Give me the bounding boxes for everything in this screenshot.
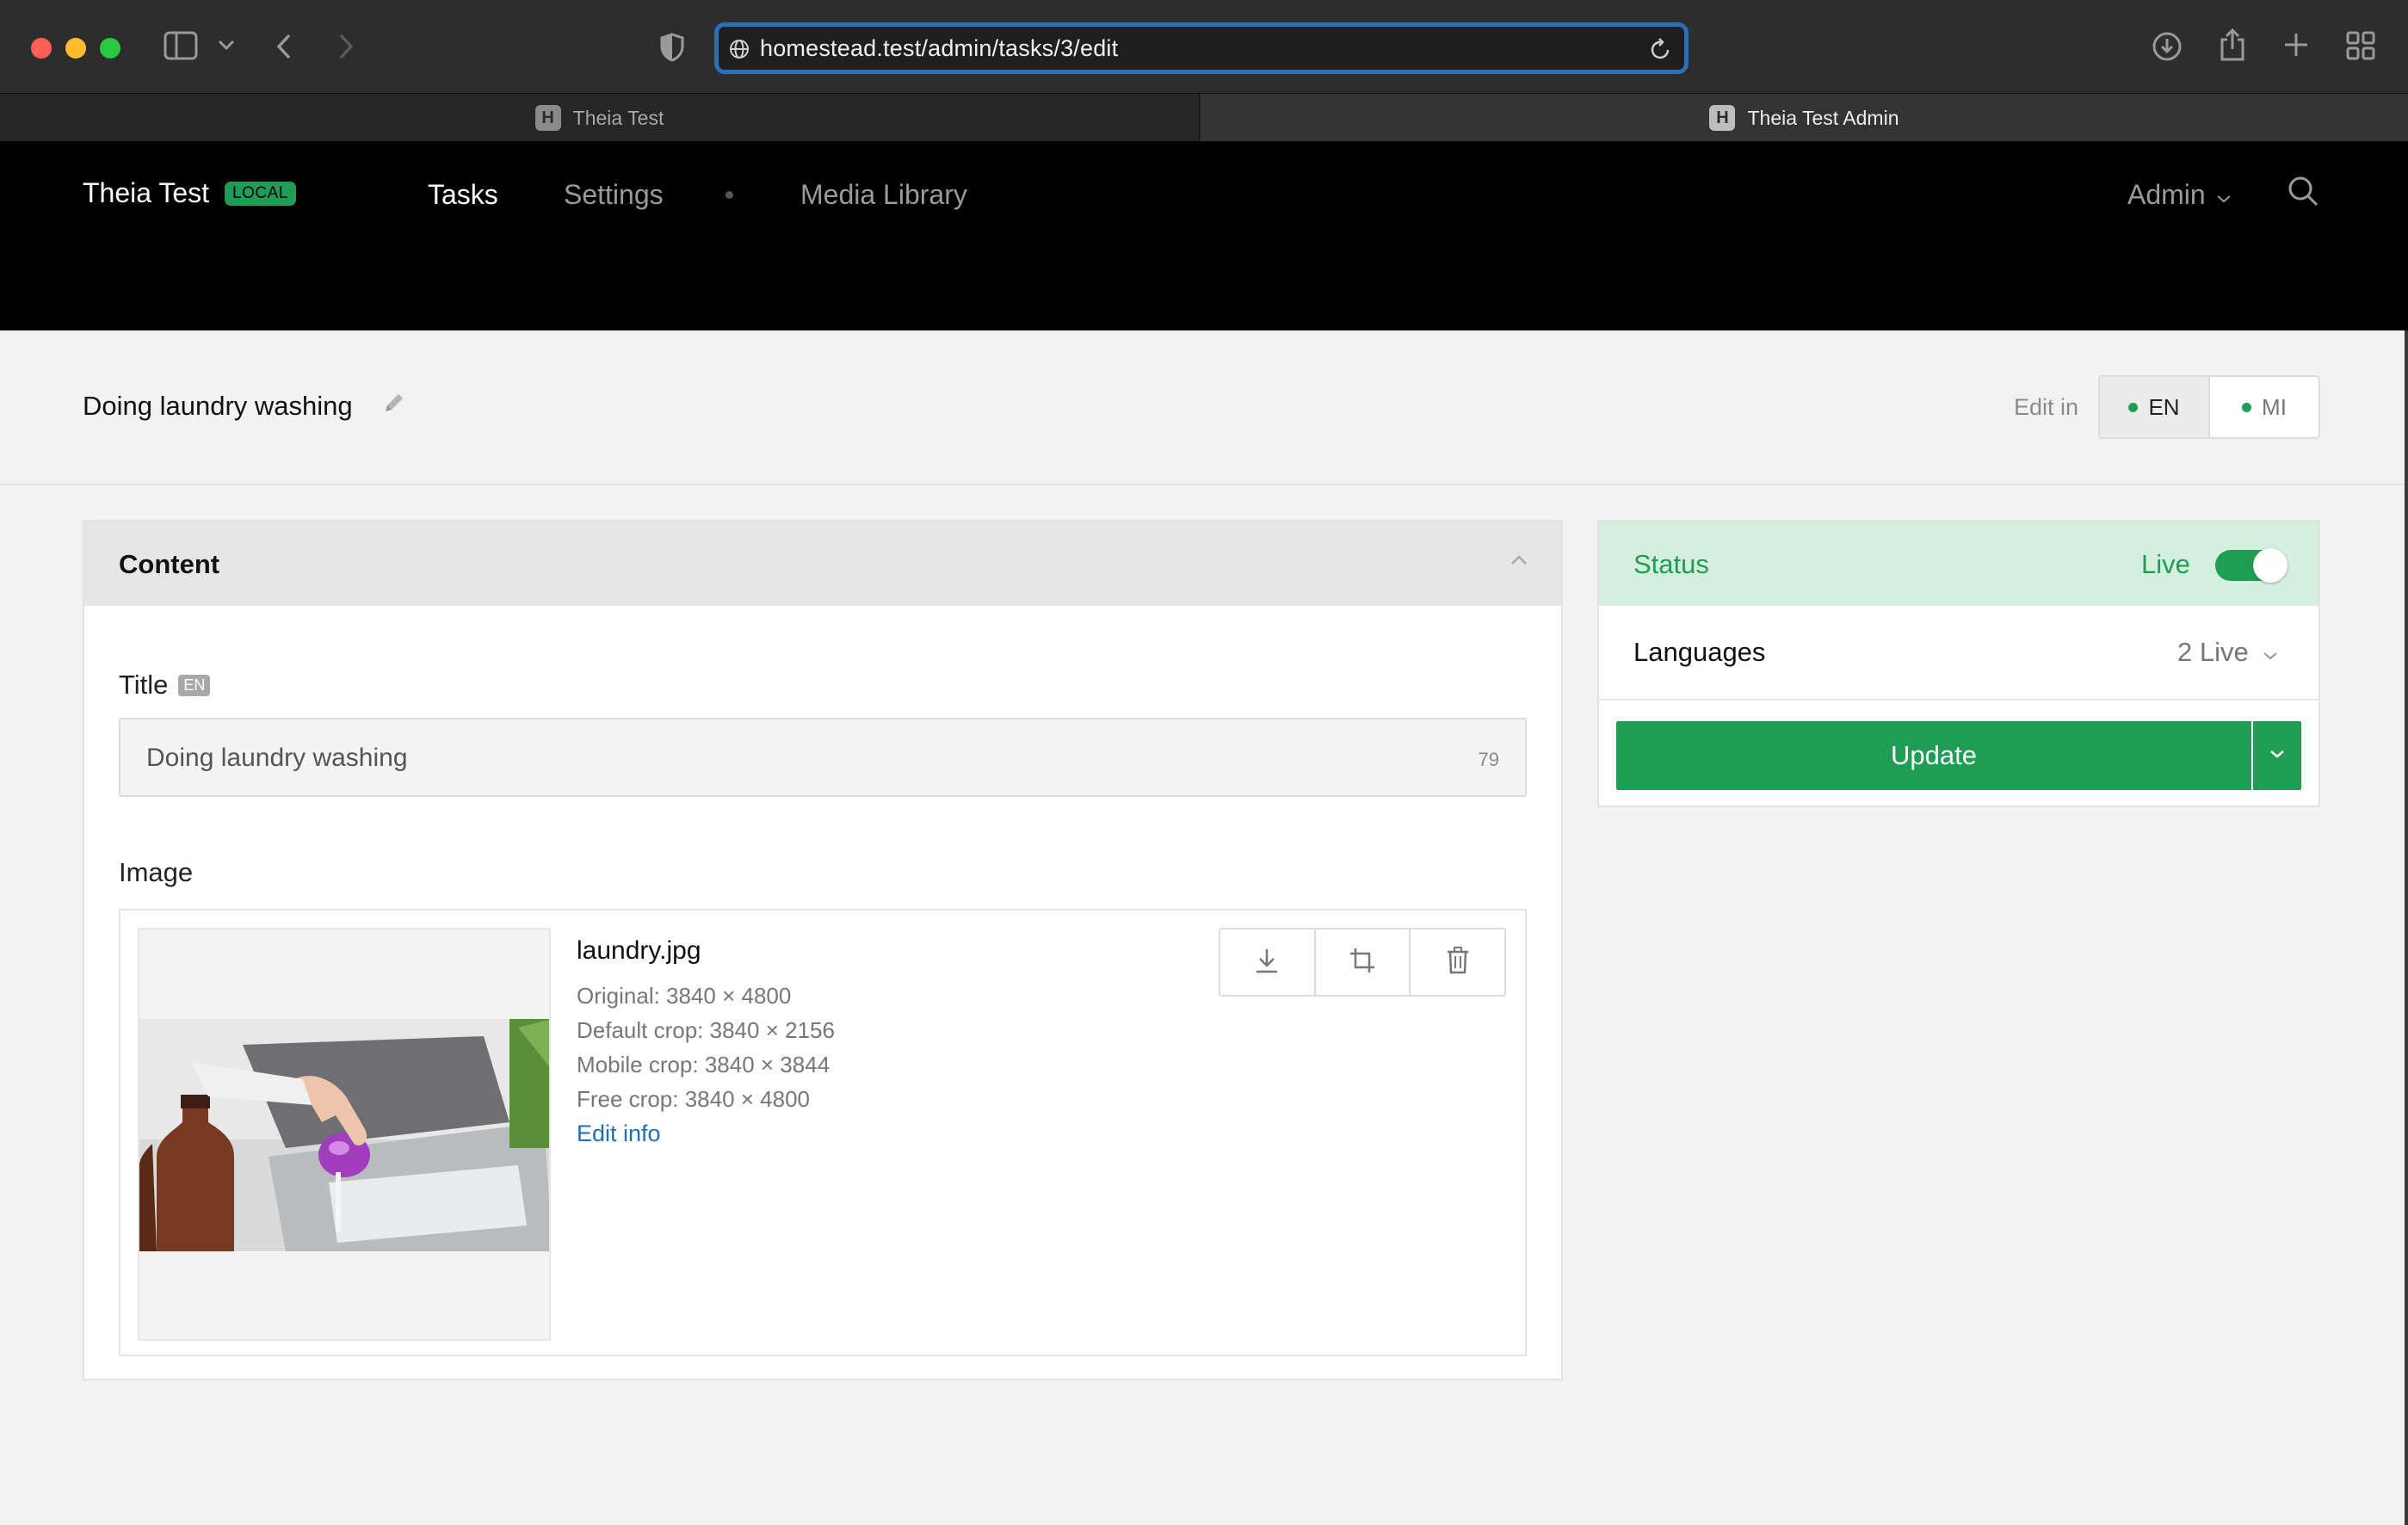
chevron-down-icon — [2216, 179, 2232, 211]
title-input[interactable]: Doing laundry washing 79 — [119, 718, 1527, 797]
image-mobile-crop: Mobile crop: 3840 × 3844 — [577, 1052, 830, 1077]
live-dot-icon — [2242, 402, 2252, 412]
nav-tasks[interactable]: Tasks — [428, 179, 498, 211]
user-menu[interactable]: Admin — [2127, 179, 2232, 211]
laundry-photo — [139, 1019, 549, 1251]
globe-icon — [729, 39, 750, 64]
shield-icon[interactable] — [659, 33, 685, 62]
toggle-knob — [2253, 548, 2288, 583]
title-label: Title — [119, 670, 169, 700]
edit-info-link[interactable]: Edit info — [577, 1121, 661, 1147]
char-counter: 79 — [1478, 749, 1499, 770]
crop-icon — [1349, 947, 1376, 979]
user-menu-label: Admin — [2127, 179, 2206, 210]
reload-icon[interactable] — [1650, 37, 1672, 65]
page-scrollbar[interactable] — [2405, 330, 2408, 1525]
languages-row[interactable]: Languages 2 Live — [1599, 606, 2318, 701]
delete-image-button[interactable] — [1411, 929, 1504, 995]
browser-tab-active[interactable]: H Theia Test Admin — [1201, 94, 2408, 142]
env-badge: LOCAL — [225, 181, 296, 206]
pencil-icon[interactable] — [382, 391, 406, 419]
chevron-down-icon — [2263, 637, 2278, 668]
app-header: Theia Test LOCAL Tasks Settings Media Li… — [0, 141, 2408, 330]
nav-settings[interactable]: Settings — [564, 179, 664, 211]
field-lang-badge: EN — [178, 674, 211, 696]
title-bar: Doing laundry washing Edit in EN MI — [0, 330, 2405, 485]
download-icon[interactable] — [2152, 31, 2183, 62]
edit-in-label: Edit in — [2014, 394, 2079, 420]
close-window-button[interactable] — [31, 38, 52, 59]
address-bar[interactable]: homestead.test/admin/tasks/3/edit — [714, 22, 1689, 74]
image-field-label: Image — [119, 857, 193, 888]
image-file-name: laundry.jpg — [577, 936, 701, 965]
tab-overview-icon[interactable] — [2346, 31, 2375, 60]
image-thumbnail[interactable] — [138, 928, 551, 1341]
publish-panel: Status Live Languages 2 Live Update — [1597, 520, 2320, 807]
lang-code: MI — [2262, 393, 2287, 420]
chevron-up-icon[interactable] — [1510, 554, 1528, 571]
minimize-window-button[interactable] — [65, 38, 86, 59]
update-options-button[interactable] — [2253, 721, 2301, 790]
tab-bar: H Theia Test H Theia Test Admin — [0, 93, 2408, 142]
tab-title: Theia Test — [572, 106, 664, 129]
search-icon[interactable] — [2286, 174, 2320, 213]
languages-value: 2 Live — [2177, 637, 2249, 667]
tab-title: Theia Test Admin — [1747, 106, 1899, 129]
page-title: Doing laundry washing — [83, 391, 353, 421]
maximize-window-button[interactable] — [100, 38, 120, 59]
chevron-down-icon — [2269, 748, 2286, 764]
favicon-icon: H — [1709, 105, 1736, 131]
image-label: Image — [119, 857, 194, 887]
status-toggle[interactable] — [2215, 548, 2288, 583]
image-field: laundry.jpg Original: 3840 × 4800 Defaul… — [119, 909, 1527, 1356]
browser-toolbar: homestead.test/admin/tasks/3/edit — [0, 0, 2408, 93]
page: Doing laundry washing Edit in EN MI Cont… — [0, 330, 2408, 1525]
brand-name[interactable]: Theia Test — [83, 177, 209, 209]
languages-label: Languages — [1633, 637, 1766, 667]
forward-icon[interactable] — [336, 33, 356, 60]
browser-chrome: homestead.test/admin/tasks/3/edit H Thei… — [0, 0, 2408, 142]
title-input-value[interactable]: Doing laundry washing — [146, 744, 408, 773]
image-actions — [1219, 928, 1506, 997]
crop-image-button[interactable] — [1316, 929, 1411, 995]
new-tab-icon[interactable] — [2282, 31, 2310, 59]
image-free-crop: Free crop: 3840 × 4800 — [577, 1086, 811, 1112]
favicon-icon: H — [534, 105, 561, 131]
image-default-crop: Default crop: 3840 × 2156 — [577, 1017, 835, 1043]
status-row: Status Live — [1599, 522, 2318, 606]
languages-dropdown[interactable]: 2 Live — [2177, 637, 2278, 668]
live-dot-icon — [2128, 402, 2139, 412]
browser-tab[interactable]: H Theia Test — [0, 94, 1200, 142]
status-value: Live — [2141, 549, 2190, 579]
image-original-size: Original: 3840 × 4800 — [577, 983, 792, 1009]
content-panel: Content Title EN Doing laundry washing 7… — [83, 520, 1563, 1380]
content-panel-header[interactable]: Content — [84, 522, 1561, 606]
lang-en-button[interactable]: EN — [2100, 377, 2210, 437]
back-icon[interactable] — [274, 33, 294, 60]
download-icon — [1254, 947, 1280, 979]
sidebar-icon[interactable] — [164, 31, 198, 60]
brand[interactable]: Theia Test LOCAL — [83, 177, 296, 209]
trash-icon — [1446, 946, 1470, 979]
chevron-down-icon[interactable] — [217, 38, 236, 52]
nav-media-library[interactable]: Media Library — [800, 179, 967, 211]
nav-separator-dot — [725, 191, 733, 199]
title-field-label: Title EN — [119, 670, 211, 701]
lang-code: EN — [2148, 393, 2180, 420]
url-text[interactable]: homestead.test/admin/tasks/3/edit — [760, 35, 1118, 62]
language-switcher: EN MI — [2098, 375, 2320, 439]
share-icon[interactable] — [2219, 28, 2246, 62]
status-label: Status — [1633, 549, 1709, 579]
download-image-button[interactable] — [1220, 929, 1316, 995]
update-button[interactable]: Update — [1616, 721, 2251, 790]
content-panel-title: Content — [119, 549, 220, 579]
lang-mi-button[interactable]: MI — [2210, 377, 2318, 437]
